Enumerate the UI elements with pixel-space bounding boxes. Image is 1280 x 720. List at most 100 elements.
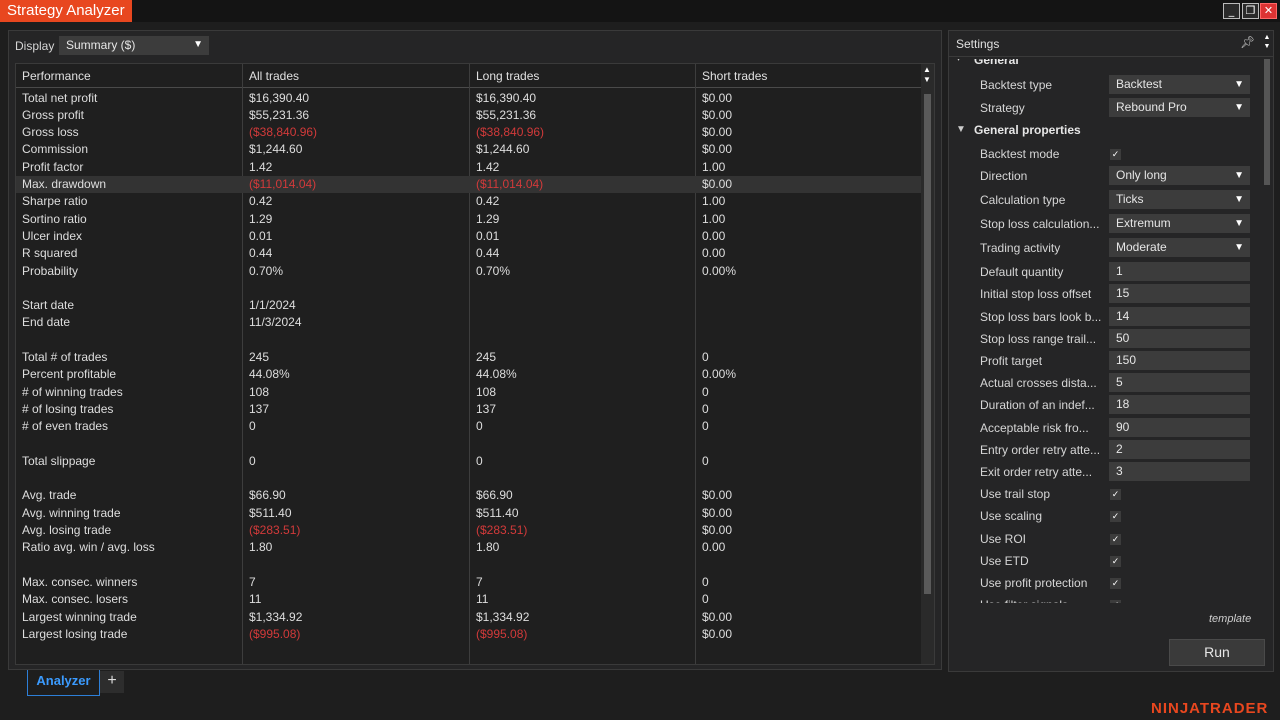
table-row[interactable]: Avg. losing trade ($283.51) ($283.51) $0.00 bbox=[16, 522, 922, 539]
collapse-caret-icon[interactable]: ▼ bbox=[956, 124, 966, 135]
table-row[interactable]: Gross profit $55,231.36 $55,231.36 $0.00 bbox=[16, 107, 922, 124]
table-row[interactable]: R squared 0.44 0.44 0.00 bbox=[16, 245, 922, 262]
property-label: Initial stop loss offset bbox=[980, 287, 1092, 302]
property-dropdown[interactable]: Moderate ▼ bbox=[1109, 238, 1250, 258]
caret-icon[interactable]: ▾ bbox=[956, 59, 961, 64]
scroll-up-icon[interactable]: ▲ bbox=[923, 65, 931, 74]
column-header[interactable]: Short trades bbox=[696, 64, 767, 88]
property-dropdown[interactable]: Only long ▼ bbox=[1109, 166, 1250, 186]
table-row[interactable]: Sharpe ratio 0.42 0.42 1.00 bbox=[16, 193, 922, 210]
performance-table: Performance All trades Long trades Short… bbox=[15, 63, 935, 665]
chevron-down-icon: ▼ bbox=[193, 39, 203, 50]
property-checkbox[interactable]: ✓ bbox=[1110, 149, 1121, 160]
table-cell: 0 bbox=[702, 453, 709, 468]
section-header-general[interactable]: General bbox=[974, 59, 1019, 67]
table-cell: 0.00 bbox=[702, 246, 726, 261]
property-input[interactable]: 2 bbox=[1109, 439, 1250, 459]
table-row[interactable]: End date 11/3/2024 bbox=[16, 314, 922, 331]
table-row[interactable]: Sortino ratio 1.29 1.29 1.00 bbox=[16, 211, 922, 228]
table-row[interactable]: Commission $1,244.60 $1,244.60 $0.00 bbox=[16, 141, 922, 158]
property-checkbox[interactable]: ✓ bbox=[1110, 489, 1121, 501]
scroll-thumb[interactable] bbox=[924, 94, 931, 594]
table-row[interactable] bbox=[16, 470, 922, 487]
table-cell: Gross loss bbox=[22, 125, 79, 140]
property-checkbox[interactable]: ✓ bbox=[1110, 511, 1121, 523]
table-row[interactable]: Percent profitable 44.08% 44.08% 0.00% bbox=[16, 366, 922, 383]
property-input[interactable]: 15 bbox=[1109, 284, 1250, 304]
table-row[interactable]: Largest losing trade ($995.08) ($995.08) $0… bbox=[16, 626, 922, 643]
table-row[interactable]: Ulcer index 0.01 0.01 0.00 bbox=[16, 228, 922, 245]
table-row[interactable] bbox=[16, 557, 922, 574]
table-cell: 7 bbox=[249, 574, 256, 589]
table-row[interactable]: Max. consec. losers 11 11 0 bbox=[16, 591, 922, 608]
table-row[interactable]: Ratio avg. win / avg. loss 1.80 1.80 0.00 bbox=[16, 539, 922, 556]
minimize-icon[interactable]: _ bbox=[1223, 3, 1240, 19]
column-header[interactable]: Long trades bbox=[470, 64, 539, 88]
property-dropdown[interactable]: Backtest ▼ bbox=[1109, 75, 1250, 94]
property-checkbox[interactable]: ✓ bbox=[1110, 555, 1121, 567]
table-row[interactable]: Max. drawdown ($11,014.04) ($11,014.04) $0.… bbox=[16, 176, 922, 194]
property-input[interactable]: 3 bbox=[1109, 462, 1250, 481]
scroll-down-icon[interactable]: ▼ bbox=[1261, 43, 1273, 50]
section-header-general-properties[interactable]: General properties bbox=[974, 123, 1081, 137]
table-row[interactable]: Probability 0.70% 0.70% 0.00% bbox=[16, 263, 922, 280]
table-row[interactable] bbox=[16, 332, 922, 349]
column-header[interactable]: All trades bbox=[243, 64, 299, 88]
column-header[interactable]: Performance bbox=[16, 64, 91, 88]
brand-logo: NINJATRADER bbox=[1151, 700, 1269, 717]
settings-scroll-buttons[interactable]: ▲ ▼ bbox=[1261, 31, 1273, 57]
property-label: Strategy bbox=[980, 101, 1025, 115]
settings-scrollbar[interactable] bbox=[1261, 59, 1273, 631]
property-input[interactable]: 150 bbox=[1109, 351, 1250, 370]
close-icon[interactable]: ✕ bbox=[1260, 3, 1277, 19]
display-dropdown[interactable]: Summary ($) ▼ bbox=[59, 36, 209, 55]
table-row[interactable]: # of losing trades 137 137 0 bbox=[16, 401, 922, 418]
scroll-thumb[interactable] bbox=[1264, 59, 1270, 185]
table-row[interactable]: Profit factor 1.42 1.42 1.00 bbox=[16, 159, 922, 176]
property-input[interactable]: 50 bbox=[1109, 328, 1250, 348]
property-checkbox[interactable]: ✓ bbox=[1110, 533, 1121, 545]
table-cell: ($38,840.96) bbox=[476, 125, 545, 140]
property-dropdown[interactable]: Ticks ▼ bbox=[1109, 190, 1250, 210]
settings-property-grid: General ▾ Backtest type Backtest ▼ Strategy Re… bbox=[949, 59, 1261, 603]
table-row[interactable] bbox=[16, 436, 922, 453]
table-row[interactable]: Total net profit $16,390.40 $16,390.40 $0.0… bbox=[16, 90, 922, 107]
table-row[interactable]: Avg. trade $66.90 $66.90 $0.00 bbox=[16, 487, 922, 504]
scroll-down-icon[interactable]: ▼ bbox=[923, 75, 931, 84]
property-dropdown[interactable]: Extremum ▼ bbox=[1109, 214, 1250, 234]
table-row[interactable]: Max. consec. winners 7 7 0 bbox=[16, 574, 922, 591]
table-row[interactable]: Start date 1/1/2024 bbox=[16, 297, 922, 314]
property-input[interactable]: 14 bbox=[1109, 306, 1250, 326]
property-input[interactable]: 5 bbox=[1109, 373, 1250, 393]
property-checkbox[interactable]: ✓ bbox=[1110, 578, 1121, 589]
property-dropdown[interactable]: Rebound Pro ▼ bbox=[1109, 98, 1250, 117]
table-row[interactable]: Total # of trades 245 245 0 bbox=[16, 349, 922, 366]
scroll-up-icon[interactable]: ▲ bbox=[1261, 34, 1273, 41]
add-tab-button[interactable]: + bbox=[100, 671, 124, 693]
property-value: 5 bbox=[1116, 375, 1123, 390]
table-cell: $1,334.92 bbox=[476, 609, 530, 624]
property-input[interactable]: 90 bbox=[1109, 417, 1250, 437]
run-button[interactable]: Run bbox=[1169, 639, 1265, 666]
property-checkbox[interactable]: ✓ bbox=[1110, 600, 1121, 603]
table-row[interactable]: Total slippage 0 0 0 bbox=[16, 453, 922, 470]
table-row[interactable] bbox=[16, 280, 922, 297]
table-row[interactable]: Gross loss ($38,840.96) ($38,840.96) $0.00 bbox=[16, 124, 922, 141]
table-row[interactable]: Largest winning trade $1,334.92 $1,334.92 $… bbox=[16, 609, 922, 626]
pin-icon[interactable]: 📌︎ bbox=[1240, 35, 1255, 49]
table-cell: $1,244.60 bbox=[249, 142, 303, 157]
template-label[interactable]: template bbox=[1209, 613, 1251, 625]
table-row[interactable]: # of winning trades 108 108 0 bbox=[16, 384, 922, 401]
property-label: Exit order retry atte... bbox=[980, 465, 1093, 479]
restore-icon[interactable]: ❐ bbox=[1242, 3, 1259, 19]
table-row[interactable]: Avg. winning trade $511.40 $511.40 $0.00 bbox=[16, 505, 922, 522]
table-cell: $16,390.40 bbox=[476, 90, 537, 105]
tab-analyzer[interactable]: Analyzer bbox=[27, 670, 100, 696]
table-cell: Max. consec. winners bbox=[22, 574, 138, 589]
table-cell: 1.00 bbox=[702, 159, 726, 174]
table-cell: 0.44 bbox=[249, 246, 273, 261]
table-row[interactable]: # of even trades 0 0 0 bbox=[16, 418, 922, 435]
table-scrollbar[interactable]: ▲ ▼ bbox=[921, 64, 934, 664]
property-input[interactable]: 1 bbox=[1109, 262, 1250, 282]
property-input[interactable]: 18 bbox=[1109, 395, 1250, 415]
